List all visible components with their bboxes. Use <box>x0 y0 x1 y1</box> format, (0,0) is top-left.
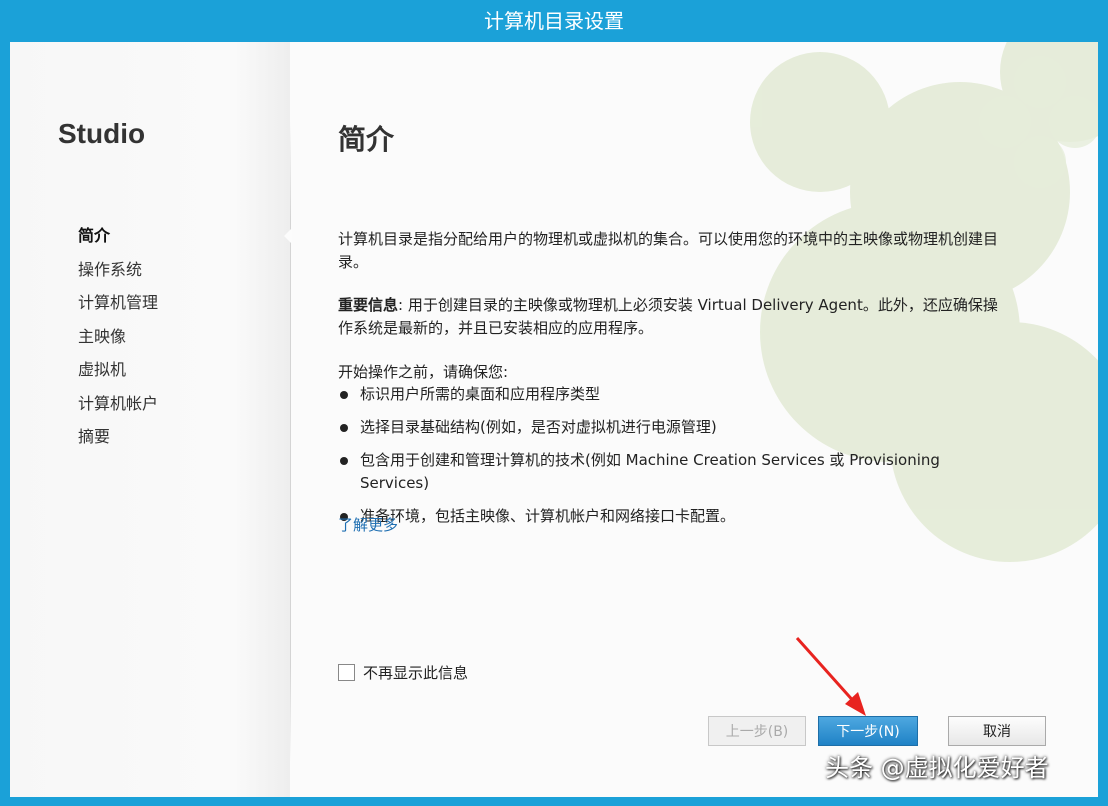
dont-show-again-label: 不再显示此信息 <box>363 664 469 682</box>
dont-show-again-row[interactable]: 不再显示此信息 <box>338 662 468 683</box>
list-item: 准备环境，包括主映像、计算机帐户和网络接口卡配置。 <box>338 505 998 528</box>
app-name: Studio <box>58 118 146 149</box>
prerequisite-list: 标识用户所需的桌面和应用程序类型 选择目录基础结构(例如，是否对虚拟机进行电源管… <box>338 383 998 538</box>
sidebar-separator <box>290 122 291 762</box>
list-item: 选择目录基础结构(例如，是否对虚拟机进行电源管理) <box>338 416 998 439</box>
step-operating-system[interactable]: 操作系统 <box>78 256 158 290</box>
step-machine-management[interactable]: 计算机管理 <box>78 289 158 323</box>
active-step-pointer <box>284 228 292 244</box>
list-item: 标识用户所需的桌面和应用程序类型 <box>338 383 998 406</box>
before-start-text: 开始操作之前，请确保您: <box>338 363 509 381</box>
important-label: 重要信息 <box>338 296 399 314</box>
important-text: : 用于创建目录的主映像或物理机上必须安装 Virtual Delivery A… <box>338 296 998 337</box>
step-master-image[interactable]: 主映像 <box>78 323 158 357</box>
back-button[interactable]: 上一步(B) <box>708 716 806 746</box>
step-computer-accounts[interactable]: 计算机帐户 <box>78 390 158 424</box>
step-virtual-machines[interactable]: 虚拟机 <box>78 356 158 390</box>
next-button[interactable]: 下一步(N) <box>818 716 918 746</box>
window-title: 计算机目录设置 <box>484 9 624 33</box>
wizard-window: Studio 简介 操作系统 计算机管理 主映像 虚拟机 计算机帐户 摘要 简介… <box>10 42 1098 797</box>
list-item: 包含用于创建和管理计算机的技术(例如 Machine Creation Serv… <box>338 449 998 495</box>
watermark: 头条 @虚拟化爱好者 <box>825 754 1049 782</box>
step-intro[interactable]: 简介 <box>78 222 158 256</box>
cancel-button[interactable]: 取消 <box>948 716 1046 746</box>
page-title: 简介 <box>338 123 395 156</box>
dont-show-again-checkbox[interactable] <box>338 664 355 681</box>
important-info: 重要信息: 用于创建目录的主映像或物理机上必须安装 Virtual Delive… <box>338 294 1008 340</box>
window-titlebar: 计算机目录设置 <box>0 0 1108 42</box>
main-content: 简介 计算机目录是指分配给用户的物理机或虚拟机的集合。可以使用您的环境中的主映像… <box>338 118 1018 525</box>
wizard-steps: 简介 操作系统 计算机管理 主映像 虚拟机 计算机帐户 摘要 <box>78 222 158 457</box>
intro-text: 计算机目录是指分配给用户的物理机或虚拟机的集合。可以使用您的环境中的主映像或物理… <box>338 230 999 271</box>
step-summary[interactable]: 摘要 <box>78 423 158 457</box>
learn-more-link[interactable]: 了解更多 <box>338 514 398 535</box>
